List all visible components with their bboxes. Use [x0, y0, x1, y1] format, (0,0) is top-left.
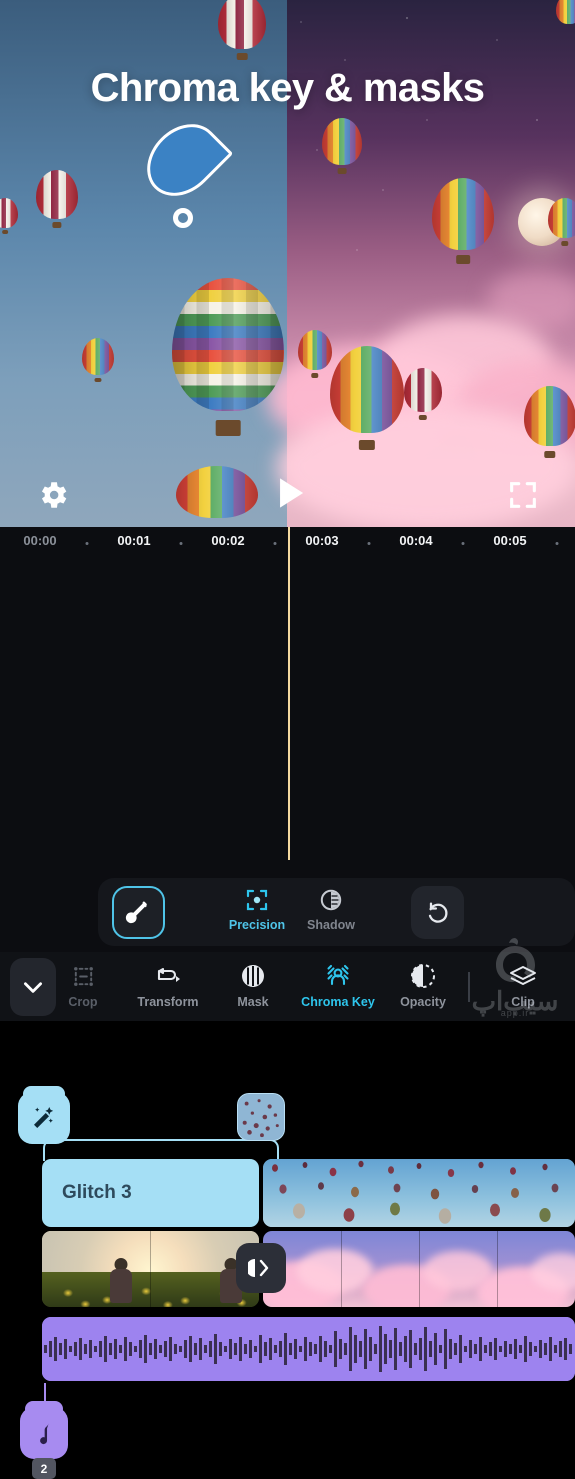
effect-clip-label: Glitch 3 [62, 1182, 132, 1203]
precision-option[interactable]: Precision [220, 887, 294, 932]
audio-track-tab[interactable] [20, 1401, 68, 1459]
ruler-tick-dot [273, 542, 277, 545]
tool-transform[interactable]: Transform [123, 960, 213, 1009]
balloon-decoration [322, 118, 362, 174]
toolbar-divider [468, 972, 470, 1002]
timeline[interactable]: 00:00 00:01 00:02 00:03 00:04 00:05 Glitch 3 [0, 527, 575, 1479]
video-clip-clouds[interactable] [263, 1231, 575, 1307]
precision-label: Precision [228, 918, 286, 932]
clip-thumbnail-subject [108, 1258, 134, 1304]
mask-icon [208, 960, 298, 992]
ruler-tick-label: 00:04 [399, 533, 433, 548]
effects-track-tab[interactable] [18, 1086, 70, 1144]
balloon-decoration [172, 278, 284, 436]
clip-icon [478, 960, 568, 992]
reset-icon[interactable] [411, 886, 464, 939]
video-clip-balloons-overlay[interactable] [263, 1159, 575, 1227]
ruler-tick-label: 00:02 [211, 533, 245, 548]
transition-icon[interactable] [236, 1243, 286, 1293]
opacity-icon [378, 960, 468, 992]
shadow-icon [294, 887, 368, 913]
balloon-decoration [82, 338, 114, 382]
balloon-decoration [176, 466, 258, 527]
balloon-decoration [298, 330, 332, 378]
shadow-option[interactable]: Shadow [294, 887, 368, 932]
gear-icon[interactable] [36, 478, 70, 512]
ruler-tick-dot [555, 542, 559, 545]
effect-clip-glitch3[interactable]: Glitch 3 [42, 1159, 259, 1227]
clip-thumbnail-tab[interactable] [237, 1093, 285, 1141]
tool-crop[interactable]: Crop [38, 960, 128, 1009]
balloon-decoration [548, 198, 575, 246]
ruler-tick-dot [85, 542, 89, 545]
tool-mask[interactable]: Mask [208, 960, 298, 1009]
timeline-ruler[interactable]: 00:00 00:01 00:02 00:03 00:04 00:05 [0, 527, 575, 559]
precision-icon [220, 887, 294, 913]
video-preview[interactable]: Chroma key & masks [0, 0, 575, 527]
audio-clip-waveform[interactable] [42, 1317, 575, 1381]
ruler-tick-dot [461, 542, 465, 545]
tool-transform-label: Transform [137, 995, 199, 1009]
effects-track-connector [43, 1139, 279, 1161]
transform-icon [123, 960, 213, 992]
shadow-label: Shadow [307, 918, 355, 932]
tool-opacity-label: Opacity [400, 995, 446, 1009]
balloon-decoration [218, 0, 266, 60]
editor-toolbar: Crop Transform Mask Chroma Key Opacity C… [0, 952, 575, 1021]
tool-chroma-key[interactable]: Chroma Key [293, 960, 383, 1009]
balloon-decoration [36, 170, 78, 228]
tool-clip[interactable]: Clip [478, 960, 568, 1009]
tool-crop-label: Crop [68, 995, 98, 1009]
crop-icon [38, 960, 128, 992]
tool-opacity[interactable]: Opacity [378, 960, 468, 1009]
balloon-decoration [330, 346, 404, 450]
tool-mask-label: Mask [237, 995, 269, 1009]
tool-clip-label: Clip [511, 995, 535, 1009]
eyedropper-icon[interactable] [112, 886, 165, 939]
balloon-decoration [524, 386, 575, 458]
ruler-tick-dot [367, 542, 371, 545]
balloon-decoration [556, 0, 575, 30]
chroma-key-options-bar: Precision Shadow [98, 878, 575, 946]
video-track[interactable] [42, 1231, 575, 1307]
balloon-decoration [0, 198, 18, 234]
chroma-key-picker-pin[interactable] [132, 109, 234, 228]
fullscreen-icon[interactable] [506, 478, 540, 512]
chroma-key-icon [293, 960, 383, 992]
ruler-tick-label: 00:00 [23, 533, 57, 548]
ruler-tick-label: 00:05 [493, 533, 527, 548]
ruler-tick-dot [179, 542, 183, 545]
ruler-tick-label: 00:03 [305, 533, 339, 548]
clip-thumbnail-frame [297, 1249, 373, 1293]
play-icon[interactable] [276, 476, 306, 510]
page-title: Chroma key & masks [90, 66, 485, 110]
picker-ring-shape [173, 208, 193, 228]
audio-track-badge: 2 [32, 1458, 56, 1479]
balloon-decoration [404, 368, 442, 420]
tool-chroma-key-label: Chroma Key [301, 995, 375, 1009]
video-clip-sunflowers[interactable] [42, 1231, 259, 1307]
ruler-tick-label: 00:01 [117, 533, 151, 548]
balloon-decoration [432, 178, 494, 264]
